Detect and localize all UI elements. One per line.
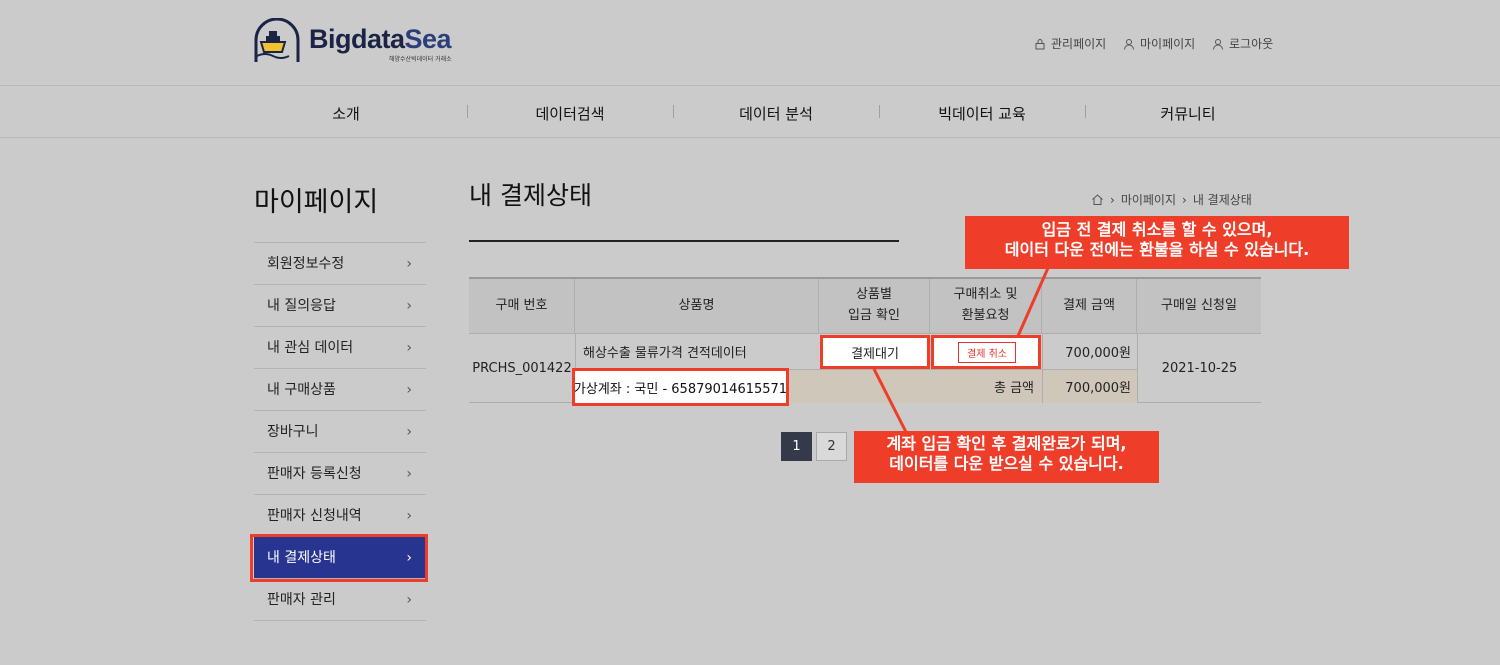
sidebar-item-label: 회원정보수정 bbox=[267, 256, 345, 272]
nav-item-data-analysis[interactable]: 데이터 분석 bbox=[739, 103, 813, 124]
admin-page-link[interactable]: 관리페이지 bbox=[1034, 35, 1106, 52]
ship-logo-icon bbox=[254, 18, 300, 62]
sidebar-item-interest-data[interactable]: 내 관심 데이터 › bbox=[254, 327, 426, 369]
deposit-status: 결제대기 bbox=[820, 335, 930, 369]
sidebar-item-label: 판매자 신청내역 bbox=[267, 508, 362, 524]
header-deposit-line1: 상품별 bbox=[856, 287, 892, 303]
nav-divider bbox=[879, 105, 880, 118]
header-amount: 결제 금액 bbox=[1042, 279, 1137, 333]
sidebar-item-label: 내 질의응답 bbox=[267, 298, 336, 314]
page-button-2[interactable]: 2 bbox=[816, 432, 847, 461]
sidebar-item-label: 장바구니 bbox=[267, 424, 319, 440]
breadcrumb-separator: › bbox=[1110, 192, 1115, 207]
logout-label: 로그아웃 bbox=[1229, 37, 1274, 51]
sidebar-item-label: 판매자 관리 bbox=[267, 592, 336, 608]
home-icon[interactable] bbox=[1091, 193, 1104, 206]
logo-wordmark: BigdataSea bbox=[309, 24, 452, 54]
header-order-no: 구매 번호 bbox=[469, 279, 575, 333]
nav-item-data-search[interactable]: 데이터검색 bbox=[535, 103, 604, 124]
header-cancel-line1: 구매취소 및 bbox=[953, 287, 1018, 303]
payment-amount: 700,000원 bbox=[1065, 346, 1131, 361]
sidebar-item-cart[interactable]: 장바구니 › bbox=[254, 411, 426, 453]
mypage-link[interactable]: 마이페이지 bbox=[1123, 35, 1195, 52]
callout-line: 입금 전 결제 취소를 할 수 있으며, bbox=[1041, 220, 1273, 239]
chevron-right-icon: › bbox=[406, 550, 412, 566]
lock-icon bbox=[1035, 38, 1045, 49]
order-number: PRCHS_001422 bbox=[472, 361, 572, 376]
sidebar-item-label: 내 구매상품 bbox=[267, 382, 336, 398]
page-button-1[interactable]: 1 bbox=[781, 432, 812, 461]
site-logo[interactable]: BigdataSea 해양수산빅데이터 거래소 bbox=[253, 18, 463, 66]
cancel-cell-highlight: 결제 취소 bbox=[931, 335, 1041, 369]
logo-subtitle: 해양수산빅데이터 거래소 bbox=[389, 56, 452, 63]
sidebar-title: 마이페이지 bbox=[254, 187, 379, 218]
sidebar-menu: 회원정보수정 › 내 질의응답 › 내 관심 데이터 › 내 구매상품 › 장바구니 › … bbox=[254, 242, 426, 621]
product-name[interactable]: 해상수출 물류가격 견적데이터 bbox=[575, 334, 819, 369]
chevron-right-icon: › bbox=[406, 508, 412, 524]
chevron-right-icon: › bbox=[406, 256, 412, 272]
nav-item-community[interactable]: 커뮤니티 bbox=[1160, 103, 1215, 124]
callout-deposit-complete: 계좌 입금 확인 후 결제완료가 되며, 데이터를 다운 받으실 수 있습니다. bbox=[854, 431, 1159, 483]
chevron-right-icon: › bbox=[406, 340, 412, 356]
admin-page-label: 관리페이지 bbox=[1051, 37, 1107, 51]
cancel-payment-button[interactable]: 결제 취소 bbox=[958, 342, 1016, 363]
header-date: 구매일 신청일 bbox=[1137, 279, 1261, 333]
header-cancel-refund: 구매취소 및 환불요청 bbox=[930, 279, 1042, 333]
main-nav: 소개 데이터검색 데이터 분석 빅데이터 교육 커뮤니티 bbox=[0, 85, 1500, 138]
sidebar-item-seller-manage[interactable]: 판매자 관리 › bbox=[254, 579, 426, 621]
sidebar-item-my-qna[interactable]: 내 질의응답 › bbox=[254, 285, 426, 327]
nav-divider bbox=[467, 105, 468, 118]
callout-line: 계좌 입금 확인 후 결제완료가 되며, bbox=[886, 434, 1127, 453]
virtual-account-info: 가상계좌 : 국민 - 65879014615571 bbox=[572, 368, 789, 406]
header-deposit-line2: 입금 확인 bbox=[848, 308, 900, 323]
breadcrumb-separator: › bbox=[1182, 192, 1187, 207]
total-amount: 700,000원 bbox=[1043, 370, 1137, 403]
sidebar-item-label: 내 결제상태 bbox=[267, 550, 336, 566]
logout-link[interactable]: 로그아웃 bbox=[1212, 35, 1273, 52]
sidebar-item-seller-history[interactable]: 판매자 신청내역 › bbox=[254, 495, 426, 537]
chevron-right-icon: › bbox=[406, 382, 412, 398]
chevron-right-icon: › bbox=[406, 466, 412, 482]
breadcrumb-item[interactable]: 마이페이지 bbox=[1121, 191, 1176, 208]
header-product: 상품명 bbox=[575, 279, 819, 333]
chevron-right-icon: › bbox=[406, 298, 412, 314]
callout-line: 데이터를 다운 받으실 수 있습니다. bbox=[889, 454, 1124, 474]
purchase-date: 2021-10-25 bbox=[1161, 361, 1238, 376]
total-label: 총 금액 bbox=[993, 381, 1034, 396]
nav-divider bbox=[673, 105, 674, 118]
nav-item-education[interactable]: 빅데이터 교육 bbox=[938, 103, 1026, 124]
chevron-right-icon: › bbox=[406, 592, 412, 608]
chevron-right-icon: › bbox=[406, 424, 412, 440]
sidebar-item-payment-status[interactable]: 내 결제상태 › bbox=[254, 537, 426, 579]
callout-line: 데이터 다운 전에는 환불을 하실 수 있습니다. bbox=[1004, 240, 1310, 260]
header-cancel-line2: 환불요청 bbox=[961, 308, 1010, 323]
sidebar-item-seller-apply[interactable]: 판매자 등록신청 › bbox=[254, 453, 426, 495]
sidebar-item-edit-profile[interactable]: 회원정보수정 › bbox=[254, 243, 426, 285]
user-icon bbox=[1213, 38, 1223, 50]
breadcrumb-item: 내 결제상태 bbox=[1192, 193, 1252, 207]
sidebar-item-label: 판매자 등록신청 bbox=[267, 466, 362, 482]
sidebar-item-label: 내 관심 데이터 bbox=[267, 340, 354, 356]
title-divider bbox=[469, 240, 899, 242]
callout-cancel-refund: 입금 전 결제 취소를 할 수 있으며, 데이터 다운 전에는 환불을 하실 수… bbox=[965, 216, 1349, 269]
mypage-label: 마이페이지 bbox=[1140, 37, 1196, 51]
user-icon bbox=[1124, 38, 1134, 50]
breadcrumb: › 마이페이지 › 내 결제상태 bbox=[1091, 191, 1252, 208]
nav-item-intro[interactable]: 소개 bbox=[332, 103, 360, 124]
nav-divider bbox=[1085, 105, 1086, 118]
page-title: 내 결제상태 bbox=[469, 181, 592, 210]
sidebar-item-purchases[interactable]: 내 구매상품 › bbox=[254, 369, 426, 411]
header-deposit-check: 상품별 입금 확인 bbox=[819, 279, 930, 333]
